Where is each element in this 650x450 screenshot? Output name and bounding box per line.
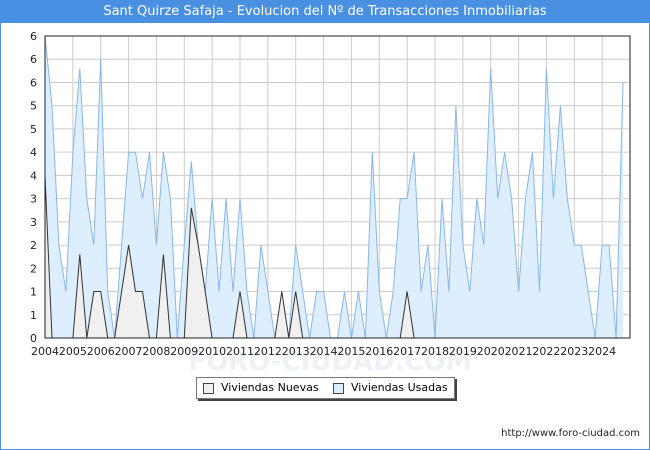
x-tick-label: 2023 [560,345,588,358]
legend-label-viviendas-usadas: Viviendas Usadas [351,381,448,394]
x-tick-label: 2006 [87,345,115,358]
x-tick-label: 2007 [115,345,143,358]
y-tick-label: 3 [30,216,37,229]
y-tick-label: 4 [30,169,37,182]
x-tick-label: 2008 [142,345,170,358]
y-tick-label: 1 [30,309,37,322]
x-tick-label: 2013 [282,345,310,358]
x-tick-label: 2009 [170,345,198,358]
x-tick-label: 2012 [254,345,282,358]
y-tick-label: 0 [30,332,37,345]
x-tick-label: 2024 [588,345,616,358]
y-tick-label: 2 [30,262,37,275]
legend-swatch-viviendas-usadas [333,383,344,394]
x-tick-label: 2010 [198,345,226,358]
y-tick-label: 1 [30,286,37,299]
y-tick-label: 6 [30,76,37,89]
y-tick-label: 4 [30,146,37,159]
y-tick-label: 5 [30,100,37,113]
x-tick-label: 2011 [226,345,254,358]
y-tick-label: 5 [30,123,37,136]
legend-swatch-viviendas-nuevas [203,383,214,394]
x-tick-label: 2022 [532,345,560,358]
y-axis-ticks: 0 1 1 2 2 3 3 4 4 5 5 6 6 6 [30,30,37,345]
x-tick-label: 2020 [477,345,505,358]
x-axis-ticks: 2004 2005 2006 2007 2008 2009 2010 2011 2012 2013… [31,345,616,358]
y-tick-label: 6 [30,53,37,66]
y-tick-label: 6 [30,30,37,43]
x-tick-label: 2016 [365,345,393,358]
x-tick-label: 2014 [310,345,338,358]
x-tick-label: 2004 [31,345,59,358]
legend-label-viviendas-nuevas: Viviendas Nuevas [221,381,319,394]
legend: Viviendas Nuevas Viviendas Usadas [196,377,455,399]
x-tick-label: 2019 [449,345,477,358]
y-tick-label: 2 [30,239,37,252]
x-tick-label: 2015 [337,345,365,358]
x-tick-label: 2018 [421,345,449,358]
source-link[interactable]: http://www.foro-ciudad.com [501,428,640,439]
x-tick-label: 2021 [505,345,533,358]
x-tick-label: 2017 [393,345,421,358]
x-tick-label: 2005 [59,345,87,358]
y-tick-label: 3 [30,193,37,206]
